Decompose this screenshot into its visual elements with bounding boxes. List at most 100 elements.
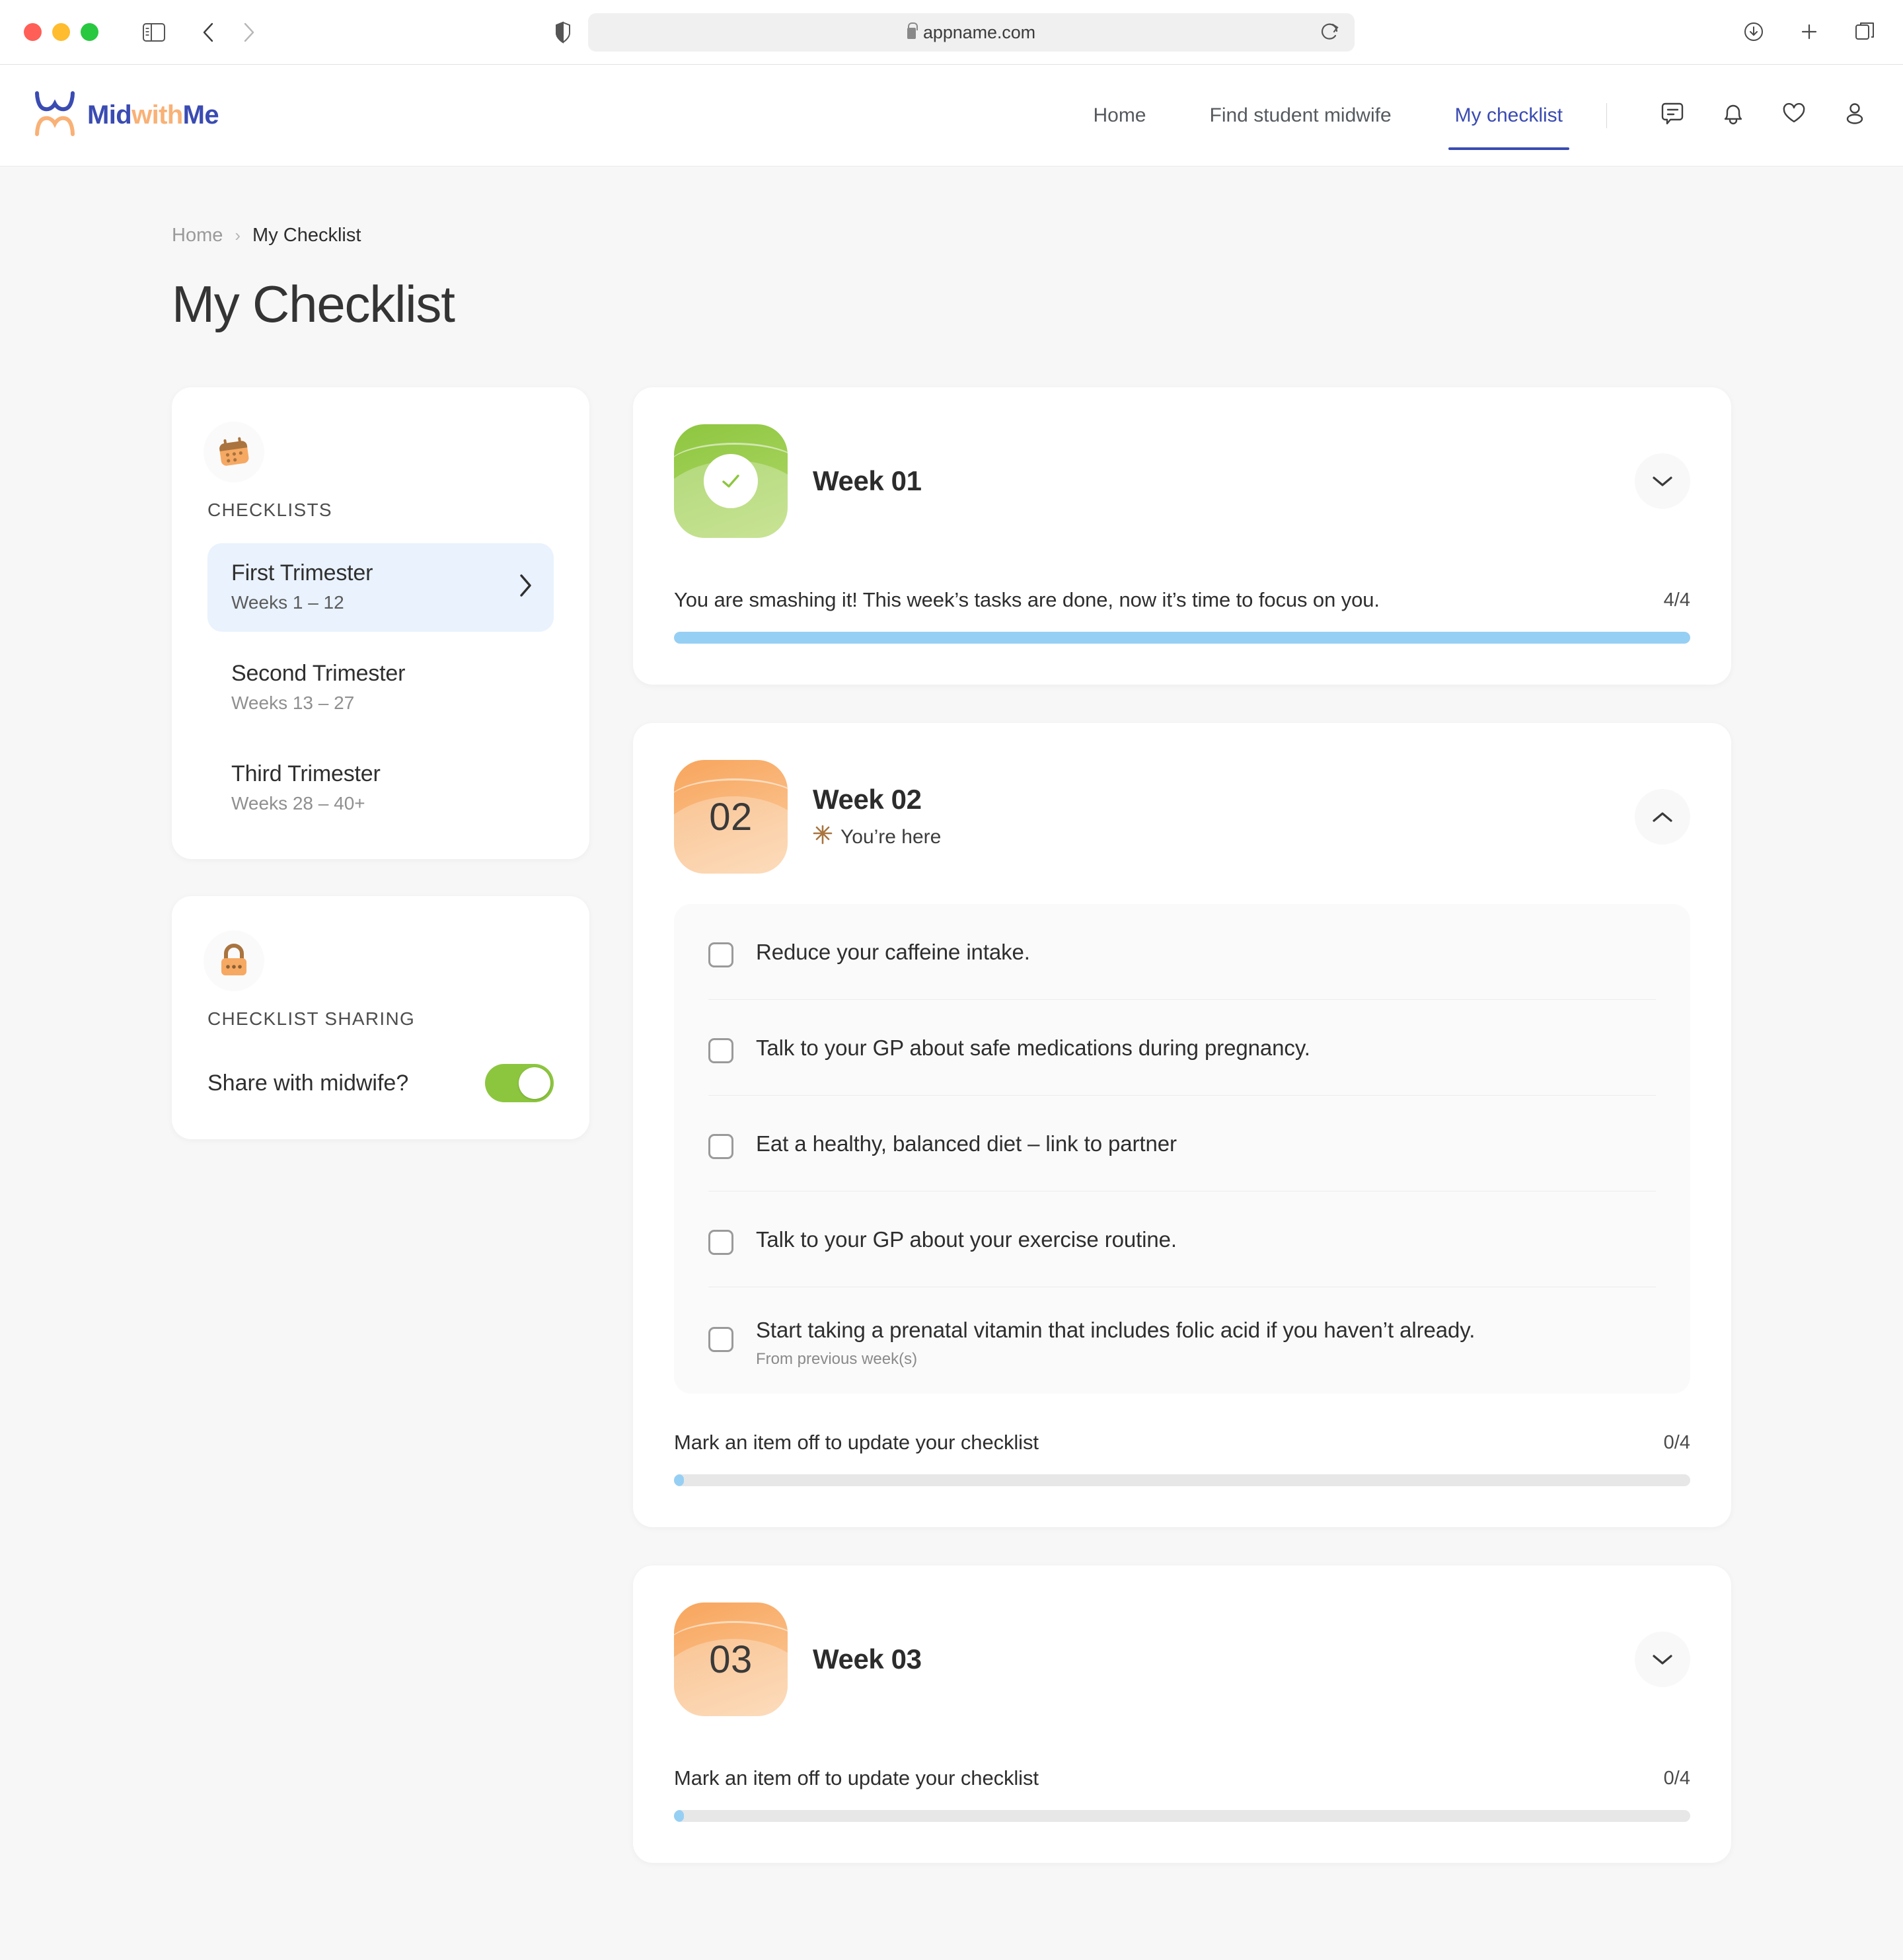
content-layout: CHECKLISTS First Trimester Weeks 1 – 12 [172,387,1731,1901]
checklist-item-body: Talk to your GP about your exercise rout… [756,1226,1177,1253]
share-with-midwife-label: Share with midwife? [207,1070,409,1096]
week-02-collapse-button[interactable] [1635,789,1690,845]
week-03-progress-fill [674,1810,685,1823]
close-window-button[interactable] [24,23,42,41]
sparkle-icon [813,825,833,850]
week-01-header: Week 01 [674,424,1690,538]
app-header: MidwithMe Home Find student midwife My c… [0,65,1903,167]
week-02-progress-fill [674,1474,685,1487]
week-03-count: 0/4 [1663,1767,1690,1789]
week-title: Week 01 [813,465,922,496]
week-01-expand-button[interactable] [1635,453,1690,509]
checklist-item-text: Talk to your GP about your exercise rout… [756,1227,1177,1252]
main-navigation: Home Find student midwife My checklist [1061,65,1619,166]
new-tab-plus-icon[interactable] [1791,13,1828,50]
checklist-item[interactable]: Reduce your caffeine intake. [708,904,1656,1000]
checklist-item[interactable]: Talk to your GP about your exercise rout… [708,1191,1656,1287]
nav-item-my-checklist[interactable]: My checklist [1423,65,1594,166]
checklist-item[interactable]: Start taking a prenatal vitamin that inc… [708,1287,1656,1394]
shield-icon[interactable] [555,21,571,47]
checklist-sharing-card: CHECKLIST SHARING Share with midwife? [172,896,589,1139]
trimester-weeks: Weeks 28 – 40+ [231,793,365,813]
week-02-badge: 02 [674,760,788,874]
app-logo[interactable]: MidwithMe [34,91,219,140]
sidebar-item-first-trimester[interactable]: First Trimester Weeks 1 – 12 [207,543,554,632]
browser-navigation-arrows [190,14,268,51]
week-03-header: 03 Week 03 [674,1602,1690,1717]
check-circle-icon [704,454,758,508]
minimize-window-button[interactable] [52,23,70,41]
sidebar-column: CHECKLISTS First Trimester Weeks 1 – 12 [172,387,589,1139]
trimester-weeks: Weeks 1 – 12 [231,592,344,613]
week-01-progress-fill [674,632,1690,644]
logo-wordmark: MidwithMe [87,100,219,130]
checkbox[interactable] [708,1327,733,1352]
checklist-item-text: Start taking a prenatal vitamin that inc… [756,1318,1475,1342]
trimester-name: First Trimester [231,560,373,585]
week-03-progress-track [674,1810,1690,1823]
week-01-message: You are smashing it! This week’s tasks a… [674,588,1380,611]
sharing-section-label: CHECKLIST SHARING [207,1008,416,1029]
messages-icon[interactable] [1659,100,1686,131]
notifications-bell-icon[interactable] [1719,100,1747,131]
week-01-titles: Week 01 [813,465,922,497]
checklist-item-subtext: From previous week(s) [756,1350,918,1369]
week-01-count: 4/4 [1663,589,1690,611]
checkbox[interactable] [708,942,733,967]
breadcrumb-current: My Checklist [252,225,361,246]
chevron-left-icon[interactable] [190,14,227,51]
week-03-progress-row: Mark an item off to update your checklis… [674,1766,1690,1790]
week-card-01: Week 01 You are smashing it! This week’s… [633,387,1731,685]
sidebar-toggle-icon[interactable] [135,14,172,51]
browser-chrome: appname.com [0,0,1903,65]
week-02-count: 0/4 [1663,1431,1690,1453]
week-01-badge [674,424,788,538]
chevron-right-icon [517,572,534,603]
checkbox[interactable] [708,1230,733,1255]
address-bar-container: appname.com [556,13,1355,52]
share-with-midwife-toggle[interactable] [485,1064,554,1102]
nav-divider [1606,102,1607,128]
week-title: Week 02 [813,784,922,815]
download-icon[interactable] [1735,13,1772,50]
nav-item-home[interactable]: Home [1061,65,1177,166]
week-03-badge: 03 [674,1602,788,1717]
checkbox[interactable] [708,1038,733,1063]
tab-overview-icon[interactable] [1846,13,1883,50]
logo-text-part3: Me [182,100,219,130]
sidebar-item-second-trimester[interactable]: Second Trimester Weeks 13 – 27 [207,646,554,732]
checklist-item-text: Reduce your caffeine intake. [756,940,1030,964]
sidebar-item-third-trimester[interactable]: Third Trimester Weeks 28 – 40+ [207,747,554,833]
breadcrumb: Home › My Checklist [172,225,1731,246]
header-icon-group [1659,65,1869,166]
week-02-items-panel: Reduce your caffeine intake. Talk to you… [674,904,1690,1394]
butterfly-logo-icon [34,91,75,140]
checklist-item[interactable]: Talk to your GP about safe medications d… [708,1000,1656,1096]
address-bar[interactable]: appname.com [588,13,1355,52]
checkbox[interactable] [708,1134,733,1159]
page-title: My Checklist [172,275,455,333]
account-person-icon[interactable] [1841,100,1869,131]
week-01-progress-row: You are smashing it! This week’s tasks a… [674,588,1690,612]
week-number: 02 [709,795,753,839]
trimester-weeks: Weeks 13 – 27 [231,693,355,713]
week-02-progress-track [674,1474,1690,1487]
reload-icon[interactable] [1320,22,1340,46]
favourites-heart-icon[interactable] [1780,100,1808,131]
trimester-name: Third Trimester [231,761,381,786]
week-02-status: You’re here [813,825,941,850]
first-trimester-text: First Trimester Weeks 1 – 12 [231,560,373,613]
maximize-window-button[interactable] [81,23,98,41]
checklist-item[interactable]: Eat a healthy, balanced diet – link to p… [708,1096,1656,1191]
address-bar-content: appname.com [907,22,1035,43]
nav-item-find-student-midwife[interactable]: Find student midwife [1178,65,1423,166]
third-trimester-text: Third Trimester Weeks 28 – 40+ [231,761,381,814]
chevron-right-icon[interactable] [231,14,268,51]
browser-right-toolbar [1735,13,1883,50]
url-text: appname.com [923,22,1035,42]
toggle-knob [519,1067,550,1099]
breadcrumb-home-link[interactable]: Home [172,225,223,246]
window-traffic-lights [24,23,98,41]
checklist-item-body: Talk to your GP about safe medications d… [756,1034,1310,1061]
week-03-expand-button[interactable] [1635,1632,1690,1688]
